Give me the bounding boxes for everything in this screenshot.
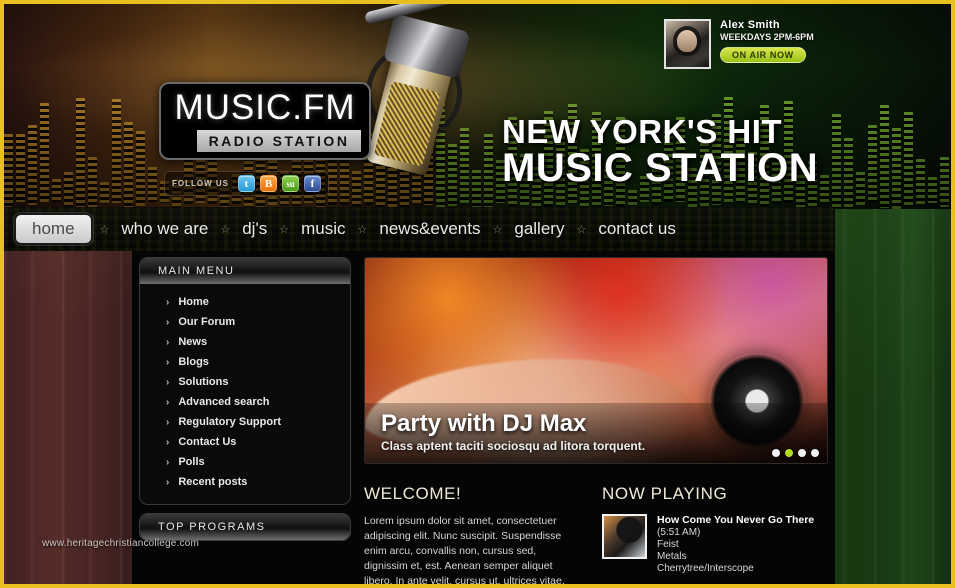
sidebar-item-regulatory-support[interactable]: › Regulatory Support	[140, 412, 350, 432]
now-playing-details: How Come You Never Go There (5:51 AM) Fe…	[657, 514, 814, 574]
sidebar-item-label: Contact Us	[178, 436, 236, 448]
album-art	[602, 514, 647, 559]
track-title: How Come You Never Go There	[657, 514, 814, 526]
site-header: MUSIC.FM RADIO STATION FOLLOW US t B su …	[4, 4, 955, 209]
sidebar-item-label: News	[178, 336, 207, 348]
slider-dot-1[interactable]	[772, 449, 780, 457]
nav-separator-star-icon: ☆	[357, 223, 367, 236]
sidebar-item-advanced-search[interactable]: › Advanced search	[140, 392, 350, 412]
on-air-badge: ON AIR NOW	[720, 47, 806, 63]
slider-pagination	[772, 449, 819, 457]
chevron-right-icon: ›	[166, 477, 169, 488]
chevron-right-icon: ›	[166, 357, 169, 368]
main-column: Party with DJ Max Class aptent taciti so…	[364, 257, 828, 588]
nav-item-contact-us[interactable]: contact us	[593, 217, 681, 241]
sidebar-item-blogs[interactable]: › Blogs	[140, 352, 350, 372]
nav-separator-star-icon: ☆	[279, 223, 289, 236]
logo-wordmark: MUSIC.FM	[161, 88, 369, 128]
tagline-line-2: MUSIC STATION	[502, 149, 818, 188]
lower-columns: WELCOME! Lorem ipsum dolor sit amet, con…	[364, 484, 828, 588]
follow-us-label: FOLLOW US	[172, 179, 229, 188]
sidebar-item-our-forum[interactable]: › Our Forum	[140, 312, 350, 332]
now-playing-heading: NOW PLAYING	[602, 484, 828, 504]
twitter-icon[interactable]: t	[238, 175, 255, 192]
dj-schedule: WEEKDAYS 2PM-6PM	[720, 32, 814, 42]
track-time: (5:51 AM)	[657, 527, 814, 538]
chevron-right-icon: ›	[166, 297, 169, 308]
slider-subtitle: Class aptent taciti sociosqu ad litora t…	[381, 439, 811, 453]
main-menu-list: › Home › Our Forum › News › Blogs › Solutions › Adv…	[140, 284, 350, 504]
sidebar-item-label: Advanced search	[178, 396, 269, 408]
chevron-right-icon: ›	[166, 417, 169, 428]
top-programs-panel: TOP PROGRAMS	[139, 513, 351, 541]
main-menu-panel: MAIN MENU › Home › Our Forum › News › Blogs › Sol…	[139, 257, 351, 505]
top-programs-heading: TOP PROGRAMS	[140, 514, 350, 540]
logo-tagline: RADIO STATION	[197, 130, 361, 152]
chevron-right-icon: ›	[166, 317, 169, 328]
sidebar-item-label: Polls	[178, 456, 204, 468]
nav-item-music[interactable]: music	[296, 217, 350, 241]
follow-us-bar: FOLLOW US t B su f	[164, 171, 329, 196]
sidebar-item-contact-us[interactable]: › Contact Us	[140, 432, 350, 452]
nav-item-home[interactable]: home	[14, 213, 93, 245]
sidebar-item-label: Recent posts	[178, 476, 247, 488]
main-navigation: home ☆ who we are ☆ dj's ☆ music ☆ news&events ☆ g…	[4, 207, 835, 251]
welcome-section: WELCOME! Lorem ipsum dolor sit amet, con…	[364, 484, 582, 588]
dj-name: Alex Smith	[720, 19, 814, 31]
slider-dot-4[interactable]	[811, 449, 819, 457]
welcome-body: Lorem ipsum dolor sit amet, consectetuer…	[364, 514, 582, 588]
nav-separator-star-icon: ☆	[576, 223, 586, 236]
sidebar-item-recent-posts[interactable]: › Recent posts	[140, 472, 350, 492]
facebook-icon[interactable]: f	[304, 175, 321, 192]
blogger-icon[interactable]: B	[260, 175, 277, 192]
nav-separator-star-icon: ☆	[100, 223, 110, 236]
watermark: www.heritagechristiancollege.com	[42, 538, 199, 549]
now-playing-item[interactable]: How Come You Never Go There (5:51 AM) Fe…	[602, 514, 828, 574]
on-air-info: Alex Smith WEEKDAYS 2PM-6PM ON AIR NOW	[720, 19, 814, 63]
station-tagline: NEW YORK'S HIT MUSIC STATION	[502, 112, 818, 188]
nav-item-gallery[interactable]: gallery	[509, 217, 569, 241]
featured-slider[interactable]: Party with DJ Max Class aptent taciti so…	[364, 257, 828, 464]
sidebar-item-label: Blogs	[178, 356, 209, 368]
sidebar-item-label: Regulatory Support	[178, 416, 281, 428]
tagline-line-1: NEW YORK'S HIT	[502, 113, 782, 150]
chevron-right-icon: ›	[166, 457, 169, 468]
slider-dot-3[interactable]	[798, 449, 806, 457]
track-album: Metals	[657, 551, 814, 562]
radio-station-homepage: MUSIC.FM RADIO STATION FOLLOW US t B su …	[0, 0, 955, 588]
welcome-heading: WELCOME!	[364, 484, 582, 504]
chevron-right-icon: ›	[166, 377, 169, 388]
sidebar-item-label: Solutions	[178, 376, 228, 388]
nav-item-news-events[interactable]: news&events	[374, 217, 485, 241]
sidebar-item-label: Our Forum	[178, 316, 235, 328]
chevron-right-icon: ›	[166, 437, 169, 448]
chevron-right-icon: ›	[166, 337, 169, 348]
main-menu-heading: MAIN MENU	[140, 258, 350, 284]
sidebar-item-home[interactable]: › Home	[140, 292, 350, 312]
stumbleupon-icon[interactable]: su	[282, 175, 299, 192]
sidebar-item-label: Home	[178, 296, 209, 308]
nav-item-dj-s[interactable]: dj's	[237, 217, 272, 241]
nav-item-who-we-are[interactable]: who we are	[116, 217, 213, 241]
slider-dot-2[interactable]	[785, 449, 793, 457]
nav-separator-star-icon: ☆	[220, 223, 230, 236]
chevron-right-icon: ›	[166, 397, 169, 408]
slider-caption: Party with DJ Max Class aptent taciti so…	[365, 403, 827, 463]
slider-title: Party with DJ Max	[381, 410, 811, 438]
on-air-card[interactable]: Alex Smith WEEKDAYS 2PM-6PM ON AIR NOW	[664, 19, 814, 69]
sidebar-item-news[interactable]: › News	[140, 332, 350, 352]
nav-separator-star-icon: ☆	[492, 223, 502, 236]
now-playing-section: NOW PLAYING How Come You Never Go There …	[602, 484, 828, 588]
sidebar-item-polls[interactable]: › Polls	[140, 452, 350, 472]
sidebar: MAIN MENU › Home › Our Forum › News › Blogs › Sol…	[139, 257, 351, 549]
track-label: Cherrytree/Interscope	[657, 563, 814, 574]
track-artist: Feist	[657, 539, 814, 550]
sidebar-item-solutions[interactable]: › Solutions	[140, 372, 350, 392]
dj-avatar	[664, 19, 711, 69]
content-area: MAIN MENU › Home › Our Forum › News › Blogs › Sol…	[132, 251, 835, 588]
site-logo[interactable]: MUSIC.FM RADIO STATION	[159, 82, 371, 160]
